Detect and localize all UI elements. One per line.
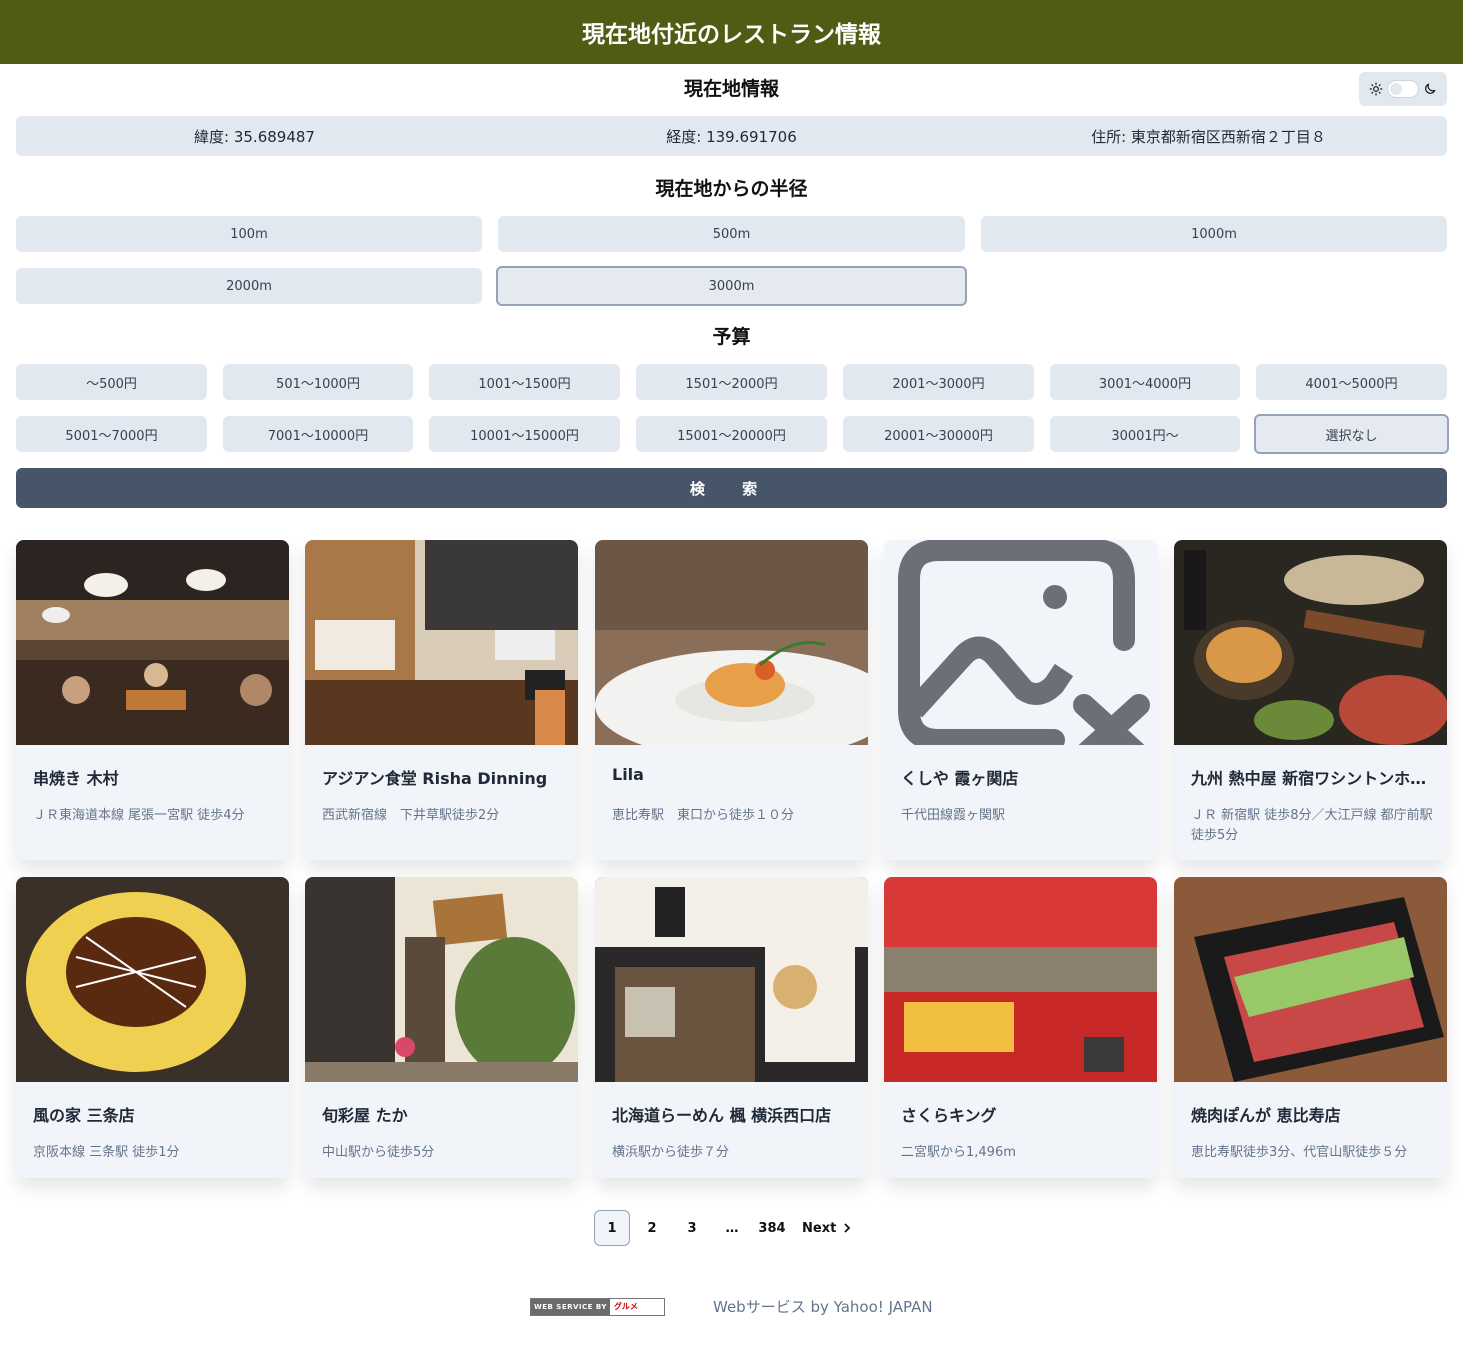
restaurant-card[interactable]: Lila 恵比寿駅 東口から徒歩１０分 (595, 540, 868, 860)
radius-section-title: 現在地からの半径 (655, 178, 808, 200)
restaurant-photo (16, 540, 289, 745)
budget-button[interactable]: 1501〜2000円 (636, 364, 827, 400)
restaurant-card[interactable]: 風の家 三条店 京阪本線 三条駅 徒歩1分 (16, 877, 289, 1178)
restaurant-card[interactable]: 九州 熱中屋 新宿ワシントンホテル店 ＪＲ 新宿駅 徒歩8分／大江戸線 都庁前駅… (1174, 540, 1447, 860)
restaurant-card[interactable]: 北海道らーめん 楓 横浜西口店 横浜駅から徒歩７分 (595, 877, 868, 1178)
restaurant-photo (1174, 540, 1447, 745)
restaurant-card[interactable]: 旬彩屋 たか 中山駅から徒歩5分 (305, 877, 578, 1178)
budget-button[interactable]: 10001〜15000円 (429, 416, 620, 452)
address-text: 住所: 東京都新宿区西新宿２丁目８ (1091, 127, 1326, 146)
radius-button-2000m[interactable]: 2000m (16, 268, 482, 304)
budget-button[interactable]: 〜500円 (16, 364, 207, 400)
budget-button[interactable]: 30001円〜 (1050, 416, 1240, 452)
theme-toggle[interactable] (1359, 72, 1447, 106)
restaurant-photo (305, 540, 578, 745)
page-ellipsis: … (725, 1220, 739, 1236)
budget-button[interactable]: 1001〜1500円 (429, 364, 620, 400)
restaurant-photo (595, 540, 868, 745)
restaurant-name[interactable]: 風の家 三条店 (33, 1102, 278, 1126)
restaurant-access: 中山駅から徒歩5分 (322, 1145, 435, 1160)
chevron-right-icon (844, 1223, 851, 1233)
longitude-text: 経度: 139.691706 (666, 127, 797, 146)
next-label: Next (802, 1220, 837, 1236)
restaurant-access: 横浜駅から徒歩７分 (612, 1145, 730, 1160)
budget-button[interactable]: 5001〜7000円 (16, 416, 207, 452)
badge-left-text: WEB SERVICE BY (531, 1298, 610, 1315)
restaurant-card[interactable]: 焼肉ぽんが 恵比寿店 恵比寿駅徒歩3分、代官山駅徒歩５分 (1174, 877, 1447, 1178)
page-title: 現在地付近のレストラン情報 (582, 22, 881, 48)
pagination: 1 2 3 … 384 Next (594, 1210, 860, 1246)
radius-button-1000m[interactable]: 1000m (981, 216, 1447, 252)
restaurant-card[interactable]: くしや 霞ヶ関店 千代田線霞ヶ関駅 (884, 540, 1157, 860)
radius-button-500m[interactable]: 500m (498, 216, 965, 252)
budget-button[interactable]: 3001〜4000円 (1050, 364, 1240, 400)
restaurant-access: 千代田線霞ヶ関駅 (901, 808, 1006, 823)
yahoo-credit-link[interactable]: Webサービス by Yahoo! JAPAN (713, 1296, 933, 1317)
restaurant-card[interactable]: さくらキング 二宮駅から1,496m (884, 877, 1157, 1178)
location-section-title: 現在地情報 (683, 78, 779, 100)
budget-button[interactable]: 2001〜3000円 (843, 364, 1034, 400)
toggle-knob (1390, 83, 1402, 95)
restaurant-name[interactable]: 焼肉ぽんが 恵比寿店 (1191, 1102, 1436, 1126)
restaurant-access: 恵比寿駅 東口から徒歩１０分 (612, 808, 795, 823)
page-button[interactable]: 384 (754, 1210, 790, 1246)
budget-button[interactable]: 4001〜5000円 (1256, 364, 1447, 400)
budget-button-none[interactable]: 選択なし (1254, 414, 1449, 454)
restaurant-access: ＪＲ東海道本線 尾張一宮駅 徒歩4分 (33, 808, 245, 823)
search-button[interactable]: 検 索 (16, 468, 1447, 508)
moon-icon (1425, 83, 1436, 94)
budget-button[interactable]: 7001〜10000円 (223, 416, 413, 452)
restaurant-photo (16, 877, 289, 1082)
restaurant-photo (595, 877, 868, 1082)
missing-image-icon (884, 540, 1157, 745)
restaurant-name[interactable]: くしや 霞ヶ関店 (901, 765, 1146, 789)
sun-icon (1369, 82, 1383, 96)
page-button[interactable]: 2 (634, 1210, 670, 1246)
page-button-current[interactable]: 1 (594, 1210, 630, 1246)
latitude-text: 緯度: 35.689487 (194, 127, 315, 146)
restaurant-name[interactable]: 旬彩屋 たか (322, 1102, 567, 1126)
restaurant-name[interactable]: さくらキング (901, 1102, 1146, 1126)
radius-button-100m[interactable]: 100m (16, 216, 482, 252)
budget-button[interactable]: 15001〜20000円 (636, 416, 827, 452)
budget-button[interactable]: 501〜1000円 (223, 364, 413, 400)
radius-button-3000m[interactable]: 3000m (496, 266, 967, 306)
restaurant-name[interactable]: 北海道らーめん 楓 横浜西口店 (612, 1102, 857, 1126)
restaurant-access: ＪＲ 新宿駅 徒歩8分／大江戸線 都庁前駅 徒歩5分 (1191, 808, 1433, 843)
restaurant-access: 二宮駅から1,496m (901, 1145, 1016, 1160)
hotpepper-credit-badge[interactable]: WEB SERVICE BY グルメ (530, 1297, 665, 1316)
budget-section-title: 予算 (712, 326, 751, 348)
restaurant-name[interactable]: 串焼き 木村 (33, 765, 278, 789)
restaurant-access: 京阪本線 三条駅 徒歩1分 (33, 1145, 180, 1160)
budget-button[interactable]: 20001〜30000円 (843, 416, 1034, 452)
restaurant-card[interactable]: アジアン食堂 Risha Dinning 西武新宿線 下井草駅徒歩2分 (305, 540, 578, 860)
restaurant-access: 西武新宿線 下井草駅徒歩2分 (322, 808, 500, 823)
site-header: 現在地付近のレストラン情報 (0, 0, 1463, 64)
restaurant-photo (1174, 877, 1447, 1082)
location-info-bar: 緯度: 35.689487 経度: 139.691706 住所: 東京都新宿区西… (16, 116, 1447, 156)
next-page-button[interactable]: Next (794, 1210, 860, 1246)
restaurant-photo (884, 877, 1157, 1082)
restaurant-photo (305, 877, 578, 1082)
footer: WEB SERVICE BY グルメ Webサービス by Yahoo! JAP… (530, 1296, 933, 1317)
restaurant-card[interactable]: 串焼き 木村 ＪＲ東海道本線 尾張一宮駅 徒歩4分 (16, 540, 289, 860)
theme-toggle-switch[interactable] (1387, 80, 1419, 98)
page-button[interactable]: 3 (674, 1210, 710, 1246)
restaurant-name[interactable]: Lila (612, 765, 857, 784)
badge-right-text: グルメ (613, 1302, 638, 1311)
restaurant-name[interactable]: アジアン食堂 Risha Dinning (322, 765, 567, 789)
restaurant-name[interactable]: 九州 熱中屋 新宿ワシントンホテル店 (1191, 765, 1436, 789)
restaurant-access: 恵比寿駅徒歩3分、代官山駅徒歩５分 (1191, 1145, 1408, 1160)
